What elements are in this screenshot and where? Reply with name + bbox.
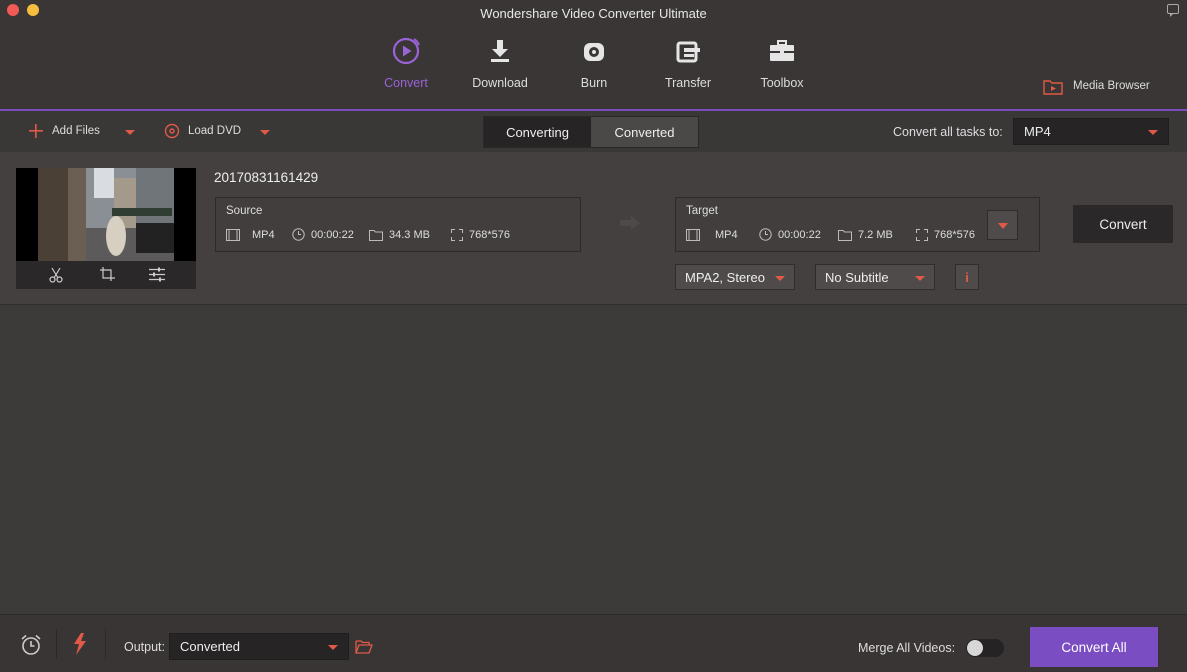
convert-all-format-value: MP4 [1024,124,1051,139]
output-folder-value: Converted [180,639,240,654]
task-row: 20170831161429 Source MP4 00:00:22 34.3 … [0,152,1187,305]
convert-icon [392,37,420,65]
nav-download[interactable]: Download [465,35,535,90]
add-files-label: Add Files [52,125,100,137]
add-files-dropdown[interactable] [125,130,135,135]
task-tabs: Converting Converted [483,116,699,148]
effects-adjust-icon[interactable] [149,267,165,282]
output-folder-select[interactable]: Converted [169,633,349,660]
nav-burn-label: Burn [580,76,608,90]
target-format: MP4 [715,228,738,241]
load-dvd-dropdown[interactable] [260,130,270,135]
clock-icon [292,228,305,241]
convert-button[interactable]: Convert [1073,205,1173,243]
nav-download-label: Download [472,76,528,90]
feedback-icon[interactable] [1167,4,1179,17]
resolution-icon [916,228,928,241]
thumbnail-image [16,168,196,261]
source-duration: 00:00:22 [311,228,354,241]
target-format-dropdown[interactable] [987,210,1018,240]
convert-all-button[interactable]: Convert All [1030,627,1158,667]
media-browser-button[interactable]: Media Browser [1043,76,1150,96]
target-size: 7.2 MB [858,228,893,241]
media-browser-label: Media Browser [1073,80,1150,92]
separator [105,629,106,659]
file-name: 20170831161429 [214,170,319,185]
nav-transfer[interactable]: Transfer [653,35,723,90]
crop-icon[interactable] [100,267,115,282]
chevron-down-icon [915,276,925,281]
arrow-right-icon [620,216,640,230]
target-label: Target [686,205,718,217]
load-dvd-label: Load DVD [188,125,242,137]
download-icon [491,40,509,62]
window-title: Wondershare Video Converter Ultimate [480,6,707,21]
nav-toolbox[interactable]: Toolbox [747,35,817,90]
source-details: MP4 00:00:22 34.3 MB 768*576 [226,228,510,241]
source-format: MP4 [252,228,275,241]
bottom-bar: Output: Converted Merge All Videos: Conv… [0,614,1187,672]
transfer-icon [676,41,700,63]
target-duration: 00:00:22 [778,228,821,241]
add-files-button[interactable]: Add Files [28,123,100,139]
subtitle-value: No Subtitle [825,269,889,285]
load-dvd-button[interactable]: Load DVD [164,123,241,139]
audio-track-select[interactable]: MPA2, Stereo [675,264,795,290]
burn-icon [584,43,604,61]
tab-converted[interactable]: Converted [591,117,698,147]
nav-transfer-label: Transfer [664,76,712,90]
lightning-icon[interactable] [73,633,87,655]
convert-all-format-select[interactable]: MP4 [1013,118,1169,145]
open-folder-icon[interactable] [355,639,373,654]
clock-icon [759,228,772,241]
source-size: 34.3 MB [389,228,430,241]
film-icon [226,228,240,241]
nav-toolbox-label: Toolbox [760,76,804,90]
audio-track-value: MPA2, Stereo [685,269,765,285]
plus-icon [29,124,43,138]
resolution-icon [451,228,463,241]
thumbnail-tools [16,261,196,289]
alarm-clock-icon[interactable] [20,634,42,656]
folder-icon [369,229,383,241]
subtitle-select[interactable]: No Subtitle [815,264,935,290]
chevron-down-icon [775,276,785,281]
toolbox-icon [770,40,794,61]
folder-icon [838,229,852,241]
nav-convert-label: Convert [384,76,428,90]
target-resolution: 768*576 [934,228,975,241]
scissors-icon[interactable] [49,267,63,283]
source-resolution: 768*576 [469,228,510,241]
output-label: Output: [124,640,165,654]
chevron-down-icon [328,644,338,650]
convert-all-tasks-label: Convert all tasks to: [893,125,1003,139]
target-info-box: Target MP4 00:00:22 7.2 MB 768*576 [675,197,1040,252]
separator [56,629,57,659]
dvd-icon [164,123,180,139]
film-icon [686,228,700,241]
info-button[interactable]: i [955,264,979,290]
media-browser-icon [1043,79,1063,95]
chevron-down-icon [1148,129,1158,135]
tab-converting[interactable]: Converting [484,117,591,147]
nav-convert[interactable]: Convert [371,35,441,90]
merge-all-videos-label: Merge All Videos: [858,641,956,655]
target-details: MP4 00:00:22 7.2 MB 768*576 [686,228,975,241]
title-bar: Wondershare Video Converter Ultimate Con… [0,0,1187,111]
merge-all-videos-toggle[interactable] [966,639,1004,657]
nav-burn[interactable]: Burn [559,35,629,90]
video-thumbnail[interactable] [16,168,196,289]
source-label: Source [226,205,263,217]
source-info-box: Source MP4 00:00:22 34.3 MB 768*576 [215,197,581,252]
task-list-empty-area [0,306,1187,614]
